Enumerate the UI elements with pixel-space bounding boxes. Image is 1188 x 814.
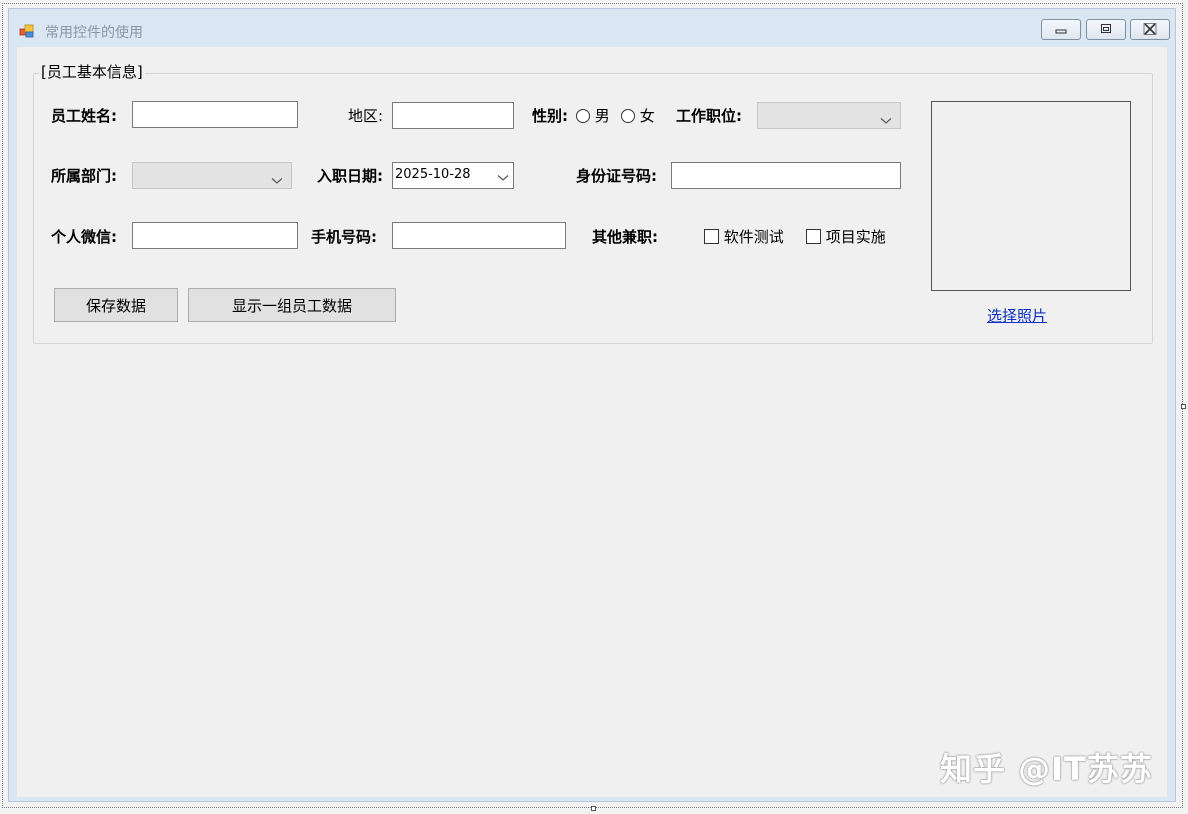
minimize-button[interactable] [1041,19,1081,40]
region-input[interactable] [392,102,514,129]
maximize-icon [1099,21,1113,39]
wechat-input[interactable] [132,222,298,249]
close-icon [1143,21,1157,39]
chevron-down-icon [271,171,283,189]
photo-picturebox[interactable] [931,101,1131,291]
gender-female-radio[interactable]: 女 [621,105,655,126]
show-employee-group-button[interactable]: 显示一组员工数据 [188,288,396,322]
checkbox-icon [806,229,821,244]
id-number-input[interactable] [671,162,901,189]
gender-label: 性别: [532,107,568,125]
chevron-down-icon[interactable] [497,171,509,186]
dept-label: 所属部门: [51,167,117,185]
watermark-text: 知乎 @IT苏苏 [940,750,1153,788]
radio-circle-icon [621,109,635,123]
app-form-icon [19,23,35,39]
minimize-icon [1054,21,1068,39]
wechat-label: 个人微信: [51,228,117,246]
hire-date-label: 入职日期: [317,167,383,185]
maximize-button[interactable] [1086,19,1126,40]
name-label: 员工姓名: [51,107,117,125]
region-label: 地区: [348,107,384,125]
groupbox-title: [员工基本信息] [39,61,145,82]
window-title: 常用控件的使用 [45,25,143,41]
select-photo-link[interactable]: 选择照片 [987,305,1047,326]
form-window: 常用控件的使用 [员工基本信息] 员工姓名: 地区: 性别: 男 女 工作职位:… [8,8,1176,802]
gender-female-label: 女 [639,107,655,125]
project-implementation-checkbox[interactable]: 项目实施 [806,226,886,247]
gender-male-label: 男 [594,107,610,125]
position-label: 工作职位: [676,107,742,125]
checkbox-icon [704,229,719,244]
chevron-down-icon [880,111,892,129]
close-button[interactable] [1130,19,1170,40]
position-combobox[interactable] [757,102,901,129]
id-number-label: 身份证号码: [576,167,657,185]
software-testing-checkbox[interactable]: 软件测试 [704,226,784,247]
hire-date-value: 2025-10-28 [395,167,471,182]
software-testing-label: 软件测试 [723,228,784,246]
radio-circle-icon [576,109,590,123]
title-bar[interactable]: 常用控件的使用 [9,9,1175,47]
project-implementation-label: 项目实施 [825,228,886,246]
dept-combobox[interactable] [132,162,292,189]
form-client-area: [员工基本信息] 员工姓名: 地区: 性别: 男 女 工作职位: 所属部门: 入… [17,47,1167,797]
hire-date-picker[interactable]: 2025-10-28 [392,162,514,189]
resize-grip-right[interactable] [1181,404,1186,409]
phone-label: 手机号码: [311,228,377,246]
resize-grip-bottom[interactable] [591,806,596,811]
other-jobs-label: 其他兼职: [592,228,658,246]
phone-input[interactable] [392,222,566,249]
name-input[interactable] [132,101,298,128]
gender-male-radio[interactable]: 男 [576,105,610,126]
save-data-button[interactable]: 保存数据 [54,288,178,322]
